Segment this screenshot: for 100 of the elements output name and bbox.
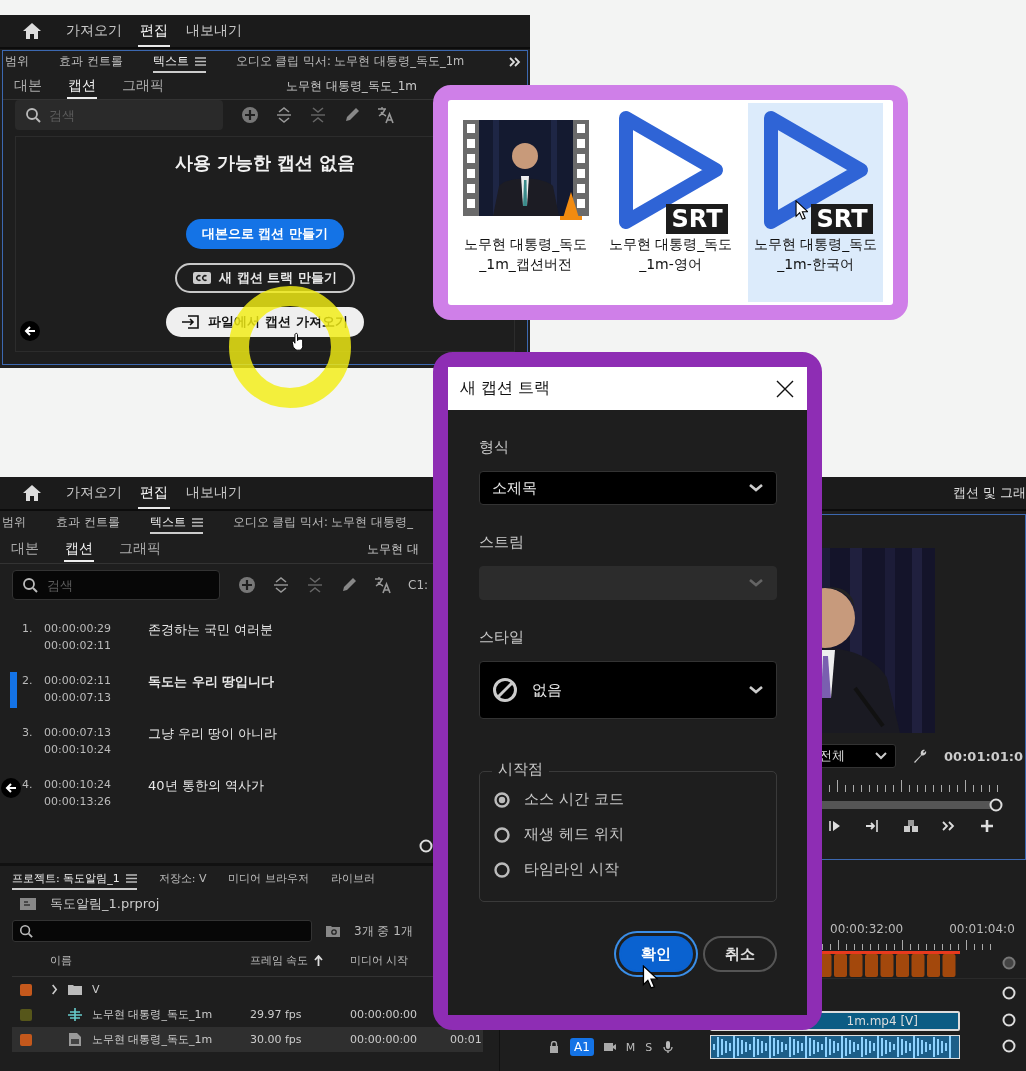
back-button[interactable] — [20, 321, 40, 341]
expand-icon[interactable] — [275, 106, 293, 124]
home-icon[interactable] — [22, 484, 42, 502]
table-cell-text: 00:00:00:00 — [350, 1008, 419, 1021]
sub-tab[interactable]: 그래픽 — [118, 536, 162, 562]
field-label: 스트림 — [479, 533, 525, 552]
none-icon — [492, 677, 518, 703]
translate-icon[interactable] — [377, 106, 395, 124]
microphone-icon[interactable] — [662, 1041, 675, 1053]
caret-icon[interactable] — [50, 983, 58, 996]
track-name[interactable]: A1 — [570, 1038, 594, 1056]
item-name: 노무현 대통령_독도_1m — [92, 1032, 213, 1047]
close-button[interactable] — [775, 378, 795, 399]
home-icon[interactable] — [22, 22, 42, 40]
lift-icon[interactable] — [903, 818, 919, 834]
track-label: C1: — [408, 578, 429, 592]
panel-tab[interactable]: 범위 — [5, 51, 29, 73]
file-name: 노무현 대통령_독도_1m-한국어 — [752, 235, 879, 274]
panel-tab[interactable]: 효과 컨트롤 — [59, 51, 123, 73]
expand-icon[interactable] — [272, 576, 290, 594]
pencil-icon[interactable] — [343, 106, 361, 124]
add-icon[interactable] — [979, 818, 995, 834]
table-cell-text: 00:01 — [450, 1033, 483, 1046]
panel-tab[interactable]: 라이브러 — [330, 868, 375, 890]
file-icon — [68, 1033, 82, 1046]
column-header[interactable]: 이름 — [50, 952, 250, 968]
search-field[interactable] — [12, 920, 312, 942]
panel-tab[interactable]: 프로젝트: 독도알림_1 — [12, 868, 137, 890]
timecode: 00:00:07:13 — [44, 726, 113, 739]
project-row[interactable]: V — [12, 977, 483, 1002]
file-item[interactable]: 노무현 대통령_독도_1m_캡션버전 — [458, 103, 593, 302]
workspace-tab[interactable]: 내보내기 — [184, 15, 244, 47]
back-button[interactable] — [1, 778, 21, 798]
project-row[interactable]: 노무현 대통령_독도_1m 29.97 fps 00:00:00:00 — [12, 1002, 483, 1027]
hand-cursor-icon — [291, 332, 304, 351]
panel-tab[interactable]: 오디오 클립 믹서: 노무현 대통령_ — [232, 512, 413, 534]
audio-clip[interactable] — [710, 1035, 960, 1059]
pencil-icon[interactable] — [340, 576, 358, 594]
panel-tab[interactable]: 범위 — [2, 512, 26, 534]
menu-icon[interactable] — [194, 56, 206, 66]
timecode: 00:00:07:13 — [44, 691, 113, 704]
project-file-name: 독도알림_1.prproj — [50, 895, 160, 913]
workspace-tab[interactable]: 내보내기 — [184, 477, 244, 509]
workspace-tab[interactable]: 가져오기 — [64, 15, 124, 47]
action-button[interactable]: 대본으로 캡션 만들기 — [185, 219, 345, 249]
wrench-icon[interactable] — [912, 748, 929, 764]
folder-search-icon[interactable] — [326, 925, 340, 937]
scroll-handle-icon[interactable] — [1002, 955, 1016, 970]
solo-toggle[interactable]: S — [645, 1040, 653, 1054]
panel-tab[interactable]: 효과 컨트롤 — [56, 512, 120, 534]
sub-tab[interactable]: 대본 — [13, 73, 43, 99]
sub-tab[interactable]: 그래픽 — [121, 73, 165, 99]
cancel-button[interactable]: 취소 — [703, 936, 777, 972]
file-item[interactable]: SRT 노무현 대통령_독도_1m-영어 — [603, 103, 738, 302]
go-to-out-icon[interactable] — [865, 818, 881, 834]
item-name: 노무현 대통령_독도_1m — [92, 1007, 213, 1022]
chevron-down-icon — [875, 752, 888, 760]
workspace-tab[interactable]: 가져오기 — [64, 477, 124, 509]
cursor-icon — [642, 965, 658, 989]
back-arrow-icon — [5, 782, 17, 794]
panel-tab[interactable]: 미디어 브라우저 — [228, 868, 309, 890]
sub-tab[interactable]: 대본 — [10, 536, 40, 562]
search-field[interactable]: 검색 — [12, 570, 220, 600]
collapse-icon[interactable] — [309, 106, 327, 124]
radio-button[interactable] — [494, 861, 510, 878]
mute-toggle[interactable]: M — [625, 1040, 636, 1054]
film-icon[interactable] — [603, 1041, 616, 1053]
panel-tab[interactable]: 저장소: V — [158, 868, 207, 890]
panel-title: 캡션 및 그래 — [952, 484, 1026, 502]
sub-tab[interactable]: 캡션 — [64, 536, 94, 562]
translate-icon[interactable] — [374, 576, 392, 594]
dropdown[interactable]: 없음 — [479, 661, 777, 719]
time-label: 00:00:32:00 — [830, 922, 904, 938]
column-header[interactable]: 프레임 속도 — [250, 952, 350, 968]
lock-icon[interactable] — [548, 1041, 560, 1053]
menu-icon[interactable] — [191, 517, 203, 527]
radio-button[interactable] — [494, 826, 510, 843]
cursor-icon — [795, 200, 808, 220]
file-item[interactable]: SRT 노무현 대통령_독도_1m-한국어 — [748, 103, 883, 302]
empty-message: 사용 가능한 캡션 없음 — [174, 151, 356, 175]
file-name: 노무현 대통령_독도_1m_캡션버전 — [462, 235, 589, 274]
table-cell-text: 30.00 fps — [250, 1033, 303, 1046]
import-icon — [182, 315, 201, 329]
caption-number: 2. — [22, 673, 34, 689]
timecode: 00:00:10:24 — [44, 743, 113, 756]
dropdown[interactable]: 소제목 — [479, 471, 777, 505]
more-icon[interactable] — [509, 57, 521, 67]
panel-tab[interactable]: 텍스트 — [149, 512, 203, 534]
radio-button[interactable] — [494, 791, 510, 808]
item-name: V — [92, 983, 100, 996]
panel-tab[interactable]: 텍스트 — [152, 51, 206, 73]
workspace-tab[interactable]: 편집 — [138, 477, 170, 509]
menu-icon[interactable] — [125, 873, 137, 883]
project-row[interactable]: 노무현 대통령_독도_1m 30.00 fps 00:00:00:00 00:01 — [12, 1027, 483, 1052]
timecode: 00:00:10:24 — [44, 778, 113, 791]
chevron-down-icon — [748, 578, 764, 588]
panel-tab[interactable]: 오디오 클립 믹서: 노무현 대통령_독도_1m — [235, 51, 465, 73]
workspace-tab[interactable]: 편집 — [138, 15, 170, 47]
collapse-icon[interactable] — [306, 576, 324, 594]
action-button[interactable]: 새 캡션 트랙 만들기 — [175, 263, 355, 293]
